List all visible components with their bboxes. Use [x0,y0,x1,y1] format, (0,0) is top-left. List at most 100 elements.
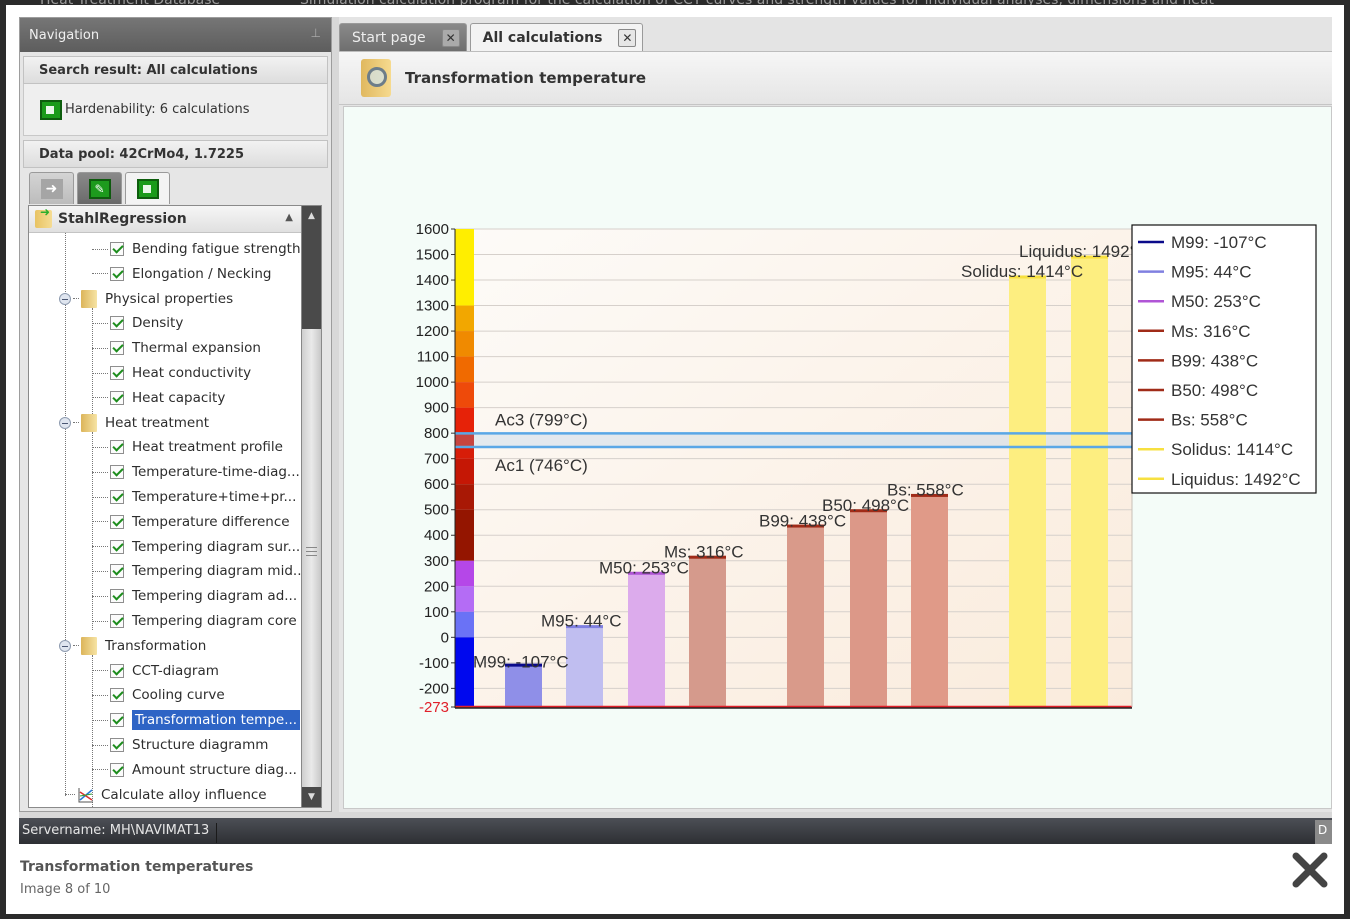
bar-bs [911,494,948,707]
collapse-up-icon[interactable]: ▲ [285,212,293,223]
checkbox-checked[interactable] [110,266,124,281]
tree-item[interactable]: Tempering diagram ad... [92,585,297,607]
transformation-chart: 1600150014001300120011001000900800700600… [416,221,1317,716]
tab-all-calculations[interactable]: All calculations ✕ [469,23,644,51]
collapse-icon[interactable] [59,639,71,652]
search-result-item[interactable]: Hardenability: 6 calculations [23,84,328,136]
scroll-up-button[interactable]: ▲ [302,206,321,226]
data-pool-heading: Data pool: 42CrMo4, 1.7225 [23,140,328,168]
status-right-button[interactable]: D [1315,820,1332,844]
checkbox-checked[interactable] [110,738,124,752]
tree-item-label: Transformation tempe... [132,710,301,731]
y-tick-label: 800 [424,425,449,442]
tree-item[interactable]: Thermal expansion [92,337,261,359]
checkbox-checked[interactable] [110,390,124,405]
scrollbar-grip-icon[interactable] [306,547,317,556]
tree-item-selected[interactable]: Transformation tempe... [92,709,301,731]
tree-item[interactable]: CCT-diagram [92,660,219,682]
tree-item[interactable]: Temperature-time-diag... [92,461,300,483]
tree-item[interactable]: Cooling curve [92,684,225,706]
color-scale-segment [455,356,474,383]
view-tab-edit[interactable]: ✎ [77,172,122,204]
y-tick-label: 1000 [416,374,449,391]
tree-item[interactable]: Heat conductivity [92,362,251,384]
tree-folder[interactable]: Heat treatment [59,412,209,434]
color-scale-segment [455,458,474,485]
view-tabs: ➜ ✎ [29,172,328,204]
tree-view: StahlRegression ▲ Bending fatigue streng… [28,205,322,808]
folder-icon [81,289,97,308]
color-scale-segment [455,407,474,434]
checkbox-checked[interactable] [110,564,124,579]
color-scale-segment [455,382,474,408]
tree-item[interactable]: Temperature+time+pr... [92,486,296,508]
legend-entry: Liquidus: 1492°C [1171,470,1301,489]
y-tick-label: 500 [424,502,449,519]
checkbox-checked[interactable] [110,465,124,480]
legend-entry: Ms: 316°C [1171,322,1251,341]
checkbox-checked[interactable] [110,688,124,703]
pin-icon[interactable]: ⊥ [311,26,321,40]
scroll-down-button[interactable]: ▼ [302,787,321,807]
hardenability-icon [40,99,62,120]
tree-item[interactable]: Elongation / Necking [92,263,271,285]
tree-root[interactable]: StahlRegression ▲ [29,206,301,233]
tree-folder[interactable]: Transformation [59,635,206,657]
tree-item[interactable]: Tempering diagram core [92,610,297,632]
checkbox-checked[interactable] [110,316,124,331]
checkbox-checked[interactable] [110,614,124,628]
checkbox-checked[interactable] [110,242,124,256]
tree-item[interactable]: Amount structure diag... [92,759,297,781]
tree-item-label: Density [132,315,184,332]
tree-folder[interactable]: Physical properties [59,288,233,310]
checkbox-checked[interactable] [110,663,124,678]
tree-item[interactable]: Structure diagramm [92,734,268,756]
tree-item-label: Heat conductivity [132,365,252,381]
tree-item[interactable]: Tempering diagram mid... [92,560,306,582]
tree-item-label: Elongation / Necking [132,265,272,282]
tree-item[interactable]: Tempering diagram sur... [92,536,300,558]
checkbox-checked[interactable] [110,490,124,504]
y-tick-label: 1600 [416,221,449,238]
checkbox-checked[interactable] [110,539,124,554]
y-tick-label: 400 [424,527,449,544]
tree-item-label: Temperature+time+pr... [132,489,297,505]
checkbox-checked[interactable] [110,589,124,604]
tree-item[interactable]: Bending fatigue strength [92,238,301,260]
tree-item[interactable]: Temperature difference [92,511,290,533]
tree-item[interactable]: Heat capacity [92,387,225,409]
checkbox-checked[interactable] [110,713,124,728]
checkbox-checked[interactable] [110,341,124,356]
collapse-icon[interactable] [59,416,71,429]
checkbox-checked[interactable] [110,440,124,455]
y-tick-label: 1500 [416,247,449,264]
close-icon[interactable]: ✕ [618,28,637,47]
tree-scrollbar[interactable]: ▲ ▼ [301,206,321,807]
close-lightbox-icon[interactable] [1292,852,1328,888]
view-tab-hardenability[interactable] [125,172,170,204]
collapse-icon[interactable] [59,292,71,305]
tree-item-label: Thermal expansion [132,340,261,357]
close-icon[interactable]: ✕ [441,28,460,47]
tab-start-page[interactable]: Start page ✕ [339,23,467,51]
tree-item-calculate-alloy[interactable]: Calculate alloy influence [65,784,267,806]
tree-folder-label: Transformation [105,637,207,654]
checkbox-checked[interactable] [110,366,124,380]
checkbox-checked[interactable] [110,762,124,777]
tree-connector [92,372,108,374]
tree-item-label: Tempering diagram core [132,613,297,629]
tree-connector [92,620,108,622]
tree-item[interactable]: Density [92,312,183,334]
tree-connector [92,248,108,250]
view-tab-import[interactable]: ➜ [29,172,74,204]
scrollbar-track-upper[interactable] [302,226,321,329]
tree-item[interactable]: Heat treatment profile [92,436,283,458]
alloy-chart-icon [78,787,93,803]
y-tick-label: 1200 [416,323,449,340]
bar-solidus [1009,276,1046,707]
checkbox-checked[interactable] [110,514,124,529]
tree-connector [92,769,108,771]
color-scale-segment [455,484,474,510]
tree-item-label: Bending fatigue strength [132,241,301,257]
arrow-right-icon: ➜ [40,178,63,199]
